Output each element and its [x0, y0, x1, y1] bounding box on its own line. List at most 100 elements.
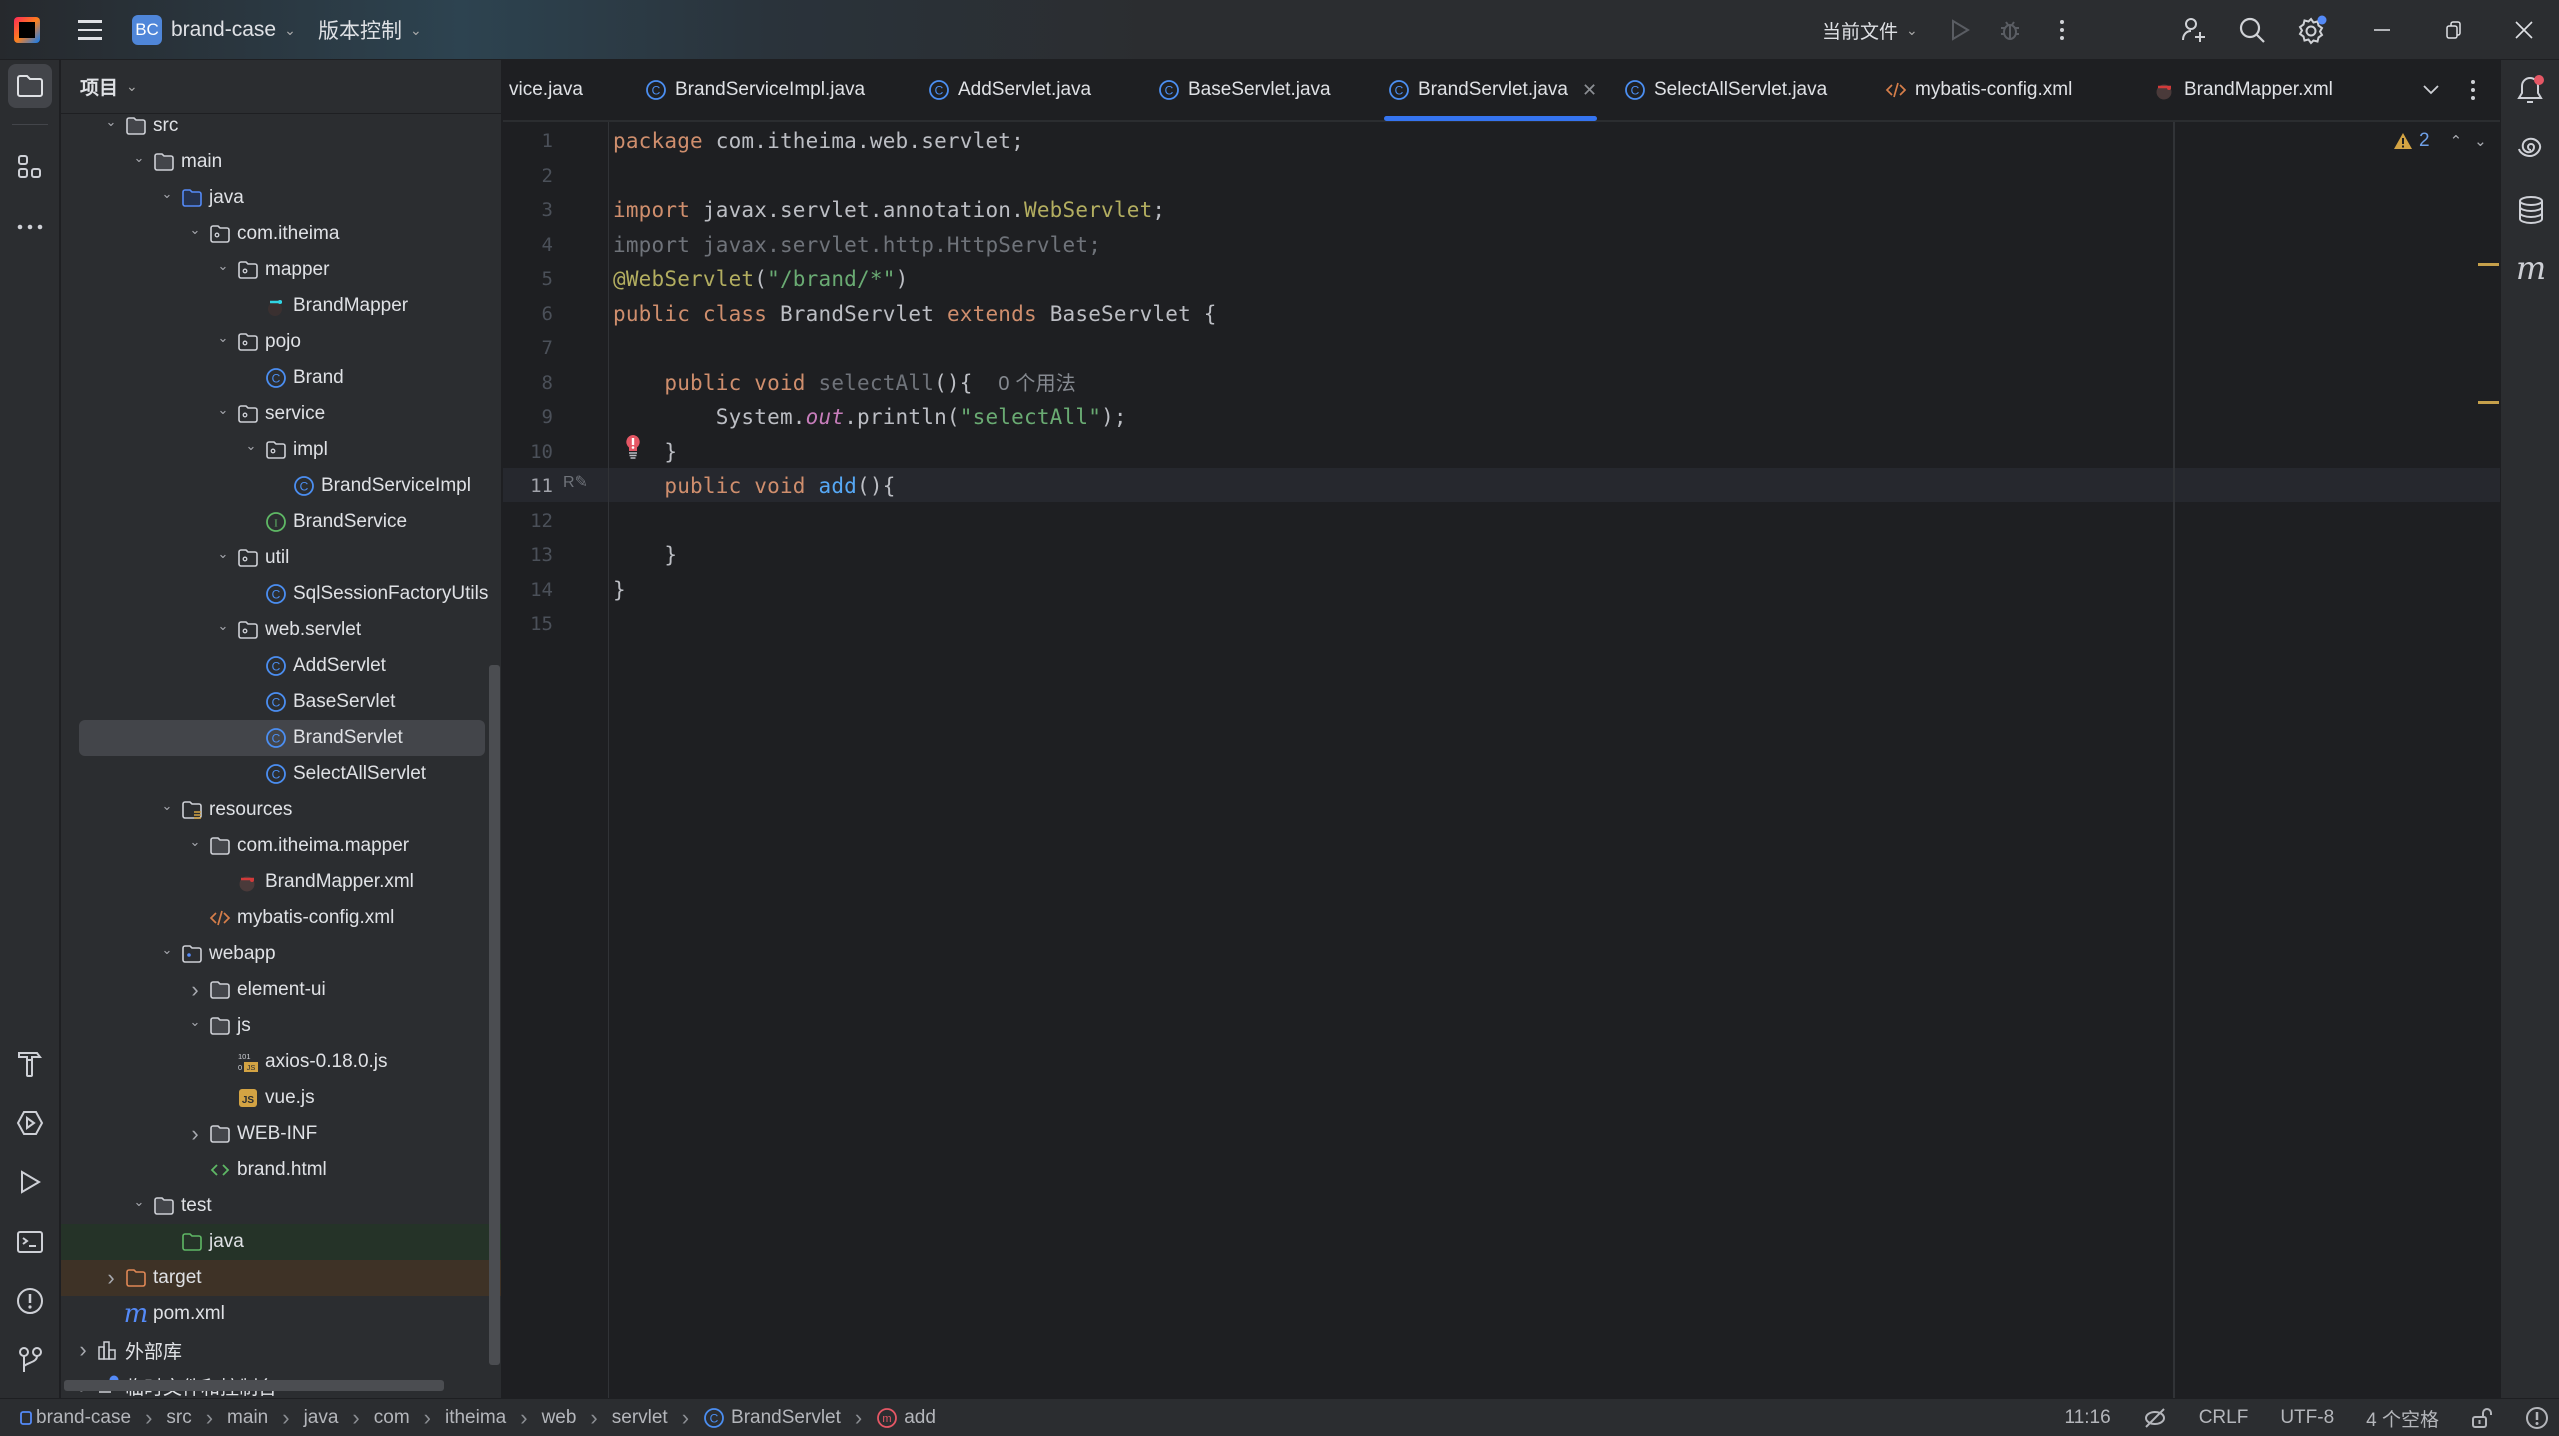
- expand-chevron-down-icon[interactable]: ⌄: [213, 330, 233, 346]
- editor-tab[interactable]: C BaseServlet.java: [1154, 60, 1331, 120]
- restore-button[interactable]: [2420, 0, 2488, 60]
- run-config-selector[interactable]: 当前文件 ⌄: [1822, 0, 1918, 60]
- breadcrumb-item[interactable]: main: [227, 1407, 268, 1429]
- tree-vertical-scrollbar[interactable]: [489, 665, 500, 1365]
- line-number[interactable]: 13: [503, 538, 553, 572]
- tree-item[interactable]: ⌄ pojo: [61, 324, 491, 360]
- expand-chevron-down-icon[interactable]: ⌄: [129, 1194, 149, 1210]
- build-tool-button[interactable]: [8, 1042, 52, 1086]
- problems-status-icon[interactable]: [2525, 1406, 2549, 1430]
- expand-chevron-down-icon[interactable]: ⌄: [185, 834, 205, 850]
- file-encoding[interactable]: UTF-8: [2280, 1407, 2334, 1429]
- tree-item[interactable]: C AddServlet: [61, 648, 491, 684]
- collapse-chevron-right-icon[interactable]: ›: [185, 977, 205, 1003]
- expand-chevron-down-icon[interactable]: ⌄: [213, 618, 233, 634]
- tree-item[interactable]: ⌄ js: [61, 1008, 491, 1044]
- expand-chevron-down-icon[interactable]: ⌄: [157, 186, 177, 202]
- tree-item[interactable]: C SqlSessionFactoryUtils: [61, 576, 491, 612]
- editor-tab[interactable]: C BrandServiceImpl.java: [641, 60, 865, 120]
- code-with-me-button[interactable]: [2178, 14, 2210, 46]
- editor-tab[interactable]: C AddServlet.java: [924, 60, 1091, 120]
- tree-item[interactable]: ⌄ src: [61, 108, 491, 144]
- debug-button[interactable]: [1994, 14, 2026, 46]
- expand-chevron-down-icon[interactable]: ⌄: [213, 402, 233, 418]
- line-number[interactable]: 6: [503, 297, 553, 331]
- breadcrumb-item[interactable]: java: [304, 1407, 339, 1429]
- line-separator[interactable]: CRLF: [2199, 1407, 2249, 1429]
- line-number[interactable]: 2: [503, 159, 553, 193]
- more-actions-button[interactable]: [2046, 14, 2078, 46]
- tree-item[interactable]: ⌄ resources: [61, 792, 491, 828]
- tree-item[interactable]: ⌄ impl: [61, 432, 491, 468]
- tree-item[interactable]: C BrandServiceImpl: [61, 468, 491, 504]
- git-tool-button[interactable]: [8, 1338, 52, 1382]
- warning-stripe-marker[interactable]: [2478, 263, 2499, 266]
- code-editor[interactable]: R✎ 2 ⌃ ⌄ 1 package com.itheima.web.servle…: [503, 122, 2500, 1398]
- tree-item[interactable]: I BrandService: [61, 504, 491, 540]
- expand-chevron-down-icon[interactable]: ⌄: [213, 546, 233, 562]
- line-number[interactable]: 9: [503, 400, 553, 434]
- breadcrumb-item[interactable]: web: [542, 1407, 577, 1429]
- maven-button[interactable]: m: [2513, 249, 2549, 287]
- code-line[interactable]: public class BrandServlet extends BaseSe…: [613, 297, 1217, 331]
- tree-item[interactable]: C Brand: [61, 360, 491, 396]
- tree-item[interactable]: › WEB-INF: [61, 1116, 491, 1152]
- settings-button[interactable]: [2296, 14, 2328, 46]
- line-number[interactable]: 15: [503, 607, 553, 641]
- collapse-chevron-right-icon[interactable]: ›: [185, 1121, 205, 1147]
- tree-item[interactable]: › 外部库: [61, 1332, 491, 1368]
- structure-tool-button[interactable]: [8, 145, 52, 189]
- line-number[interactable]: 14: [503, 573, 553, 607]
- editor-tab[interactable]: C SelectAllServlet.java: [1620, 60, 1827, 120]
- tree-item[interactable]: C BrandServlet: [79, 720, 485, 756]
- expand-chevron-down-icon[interactable]: ⌄: [185, 1014, 205, 1030]
- code-line[interactable]: }: [613, 435, 677, 469]
- line-number[interactable]: 4: [503, 228, 553, 262]
- line-number[interactable]: 8: [503, 366, 553, 400]
- breadcrumb-item[interactable]: C BrandServlet: [703, 1407, 841, 1429]
- expand-chevron-down-icon[interactable]: ⌄: [157, 798, 177, 814]
- breadcrumb-item[interactable]: m add: [876, 1407, 936, 1429]
- inspection-widget[interactable]: 2 ⌃ ⌄: [2393, 130, 2487, 152]
- editor-tab[interactable]: BrandMapper.xml: [2150, 60, 2333, 120]
- code-line[interactable]: import javax.servlet.annotation.WebServl…: [613, 193, 1165, 227]
- tree-item[interactable]: BrandMapper.xml: [61, 864, 491, 900]
- project-panel-header[interactable]: 项目 ⌄: [61, 60, 501, 114]
- intellij-logo-icon[interactable]: [14, 0, 46, 60]
- tree-item[interactable]: JS vue.js: [61, 1080, 491, 1116]
- editor-tab[interactable]: vice.java: [509, 60, 583, 120]
- collapse-chevron-right-icon[interactable]: ›: [73, 1337, 93, 1363]
- line-number[interactable]: 11: [503, 469, 553, 503]
- tree-item[interactable]: mybatis-config.xml: [61, 900, 491, 936]
- tree-item[interactable]: C SelectAllServlet: [61, 756, 491, 792]
- line-number[interactable]: 7: [503, 331, 553, 365]
- expand-chevron-down-icon[interactable]: ⌄: [157, 942, 177, 958]
- tree-item[interactable]: ⌄ test: [61, 1188, 491, 1224]
- project-selector[interactable]: brand-case ⌄: [171, 0, 296, 60]
- code-line[interactable]: }: [613, 538, 677, 572]
- breadcrumb-item[interactable]: com: [374, 1407, 410, 1429]
- tree-item[interactable]: java: [61, 1224, 501, 1260]
- tree-item[interactable]: ⌄ webapp: [61, 936, 491, 972]
- tree-item[interactable]: brand.html: [61, 1152, 491, 1188]
- line-number[interactable]: 5: [503, 262, 553, 296]
- tree-item[interactable]: C BaseServlet: [61, 684, 491, 720]
- recursive-call-gutter-icon[interactable]: R✎: [563, 472, 588, 492]
- tree-horizontal-scrollbar[interactable]: [64, 1380, 444, 1391]
- unlock-icon[interactable]: [2471, 1407, 2493, 1429]
- breadcrumb-item[interactable]: servlet: [612, 1407, 668, 1429]
- tree-item[interactable]: ⌄ service: [61, 396, 491, 432]
- code-line[interactable]: @WebServlet("/brand/*"): [613, 262, 908, 296]
- tree-item[interactable]: › target: [61, 1260, 501, 1296]
- expand-chevron-down-icon[interactable]: ⌄: [101, 114, 121, 130]
- close-tab-icon[interactable]: ✕: [1582, 80, 1597, 101]
- tree-item[interactable]: ⌄ java: [61, 180, 491, 216]
- close-window-button[interactable]: [2490, 0, 2558, 60]
- tab-list-button[interactable]: [2415, 74, 2447, 106]
- caret-position[interactable]: 11:16: [2065, 1407, 2111, 1429]
- warning-stripe-marker[interactable]: [2478, 401, 2499, 404]
- code-line[interactable]: public void selectAll(){ 0 个用法: [613, 366, 1076, 400]
- expand-chevron-down-icon[interactable]: ⌄: [213, 258, 233, 274]
- vcs-menu[interactable]: 版本控制 ⌄: [318, 0, 422, 60]
- line-number[interactable]: 3: [503, 193, 553, 227]
